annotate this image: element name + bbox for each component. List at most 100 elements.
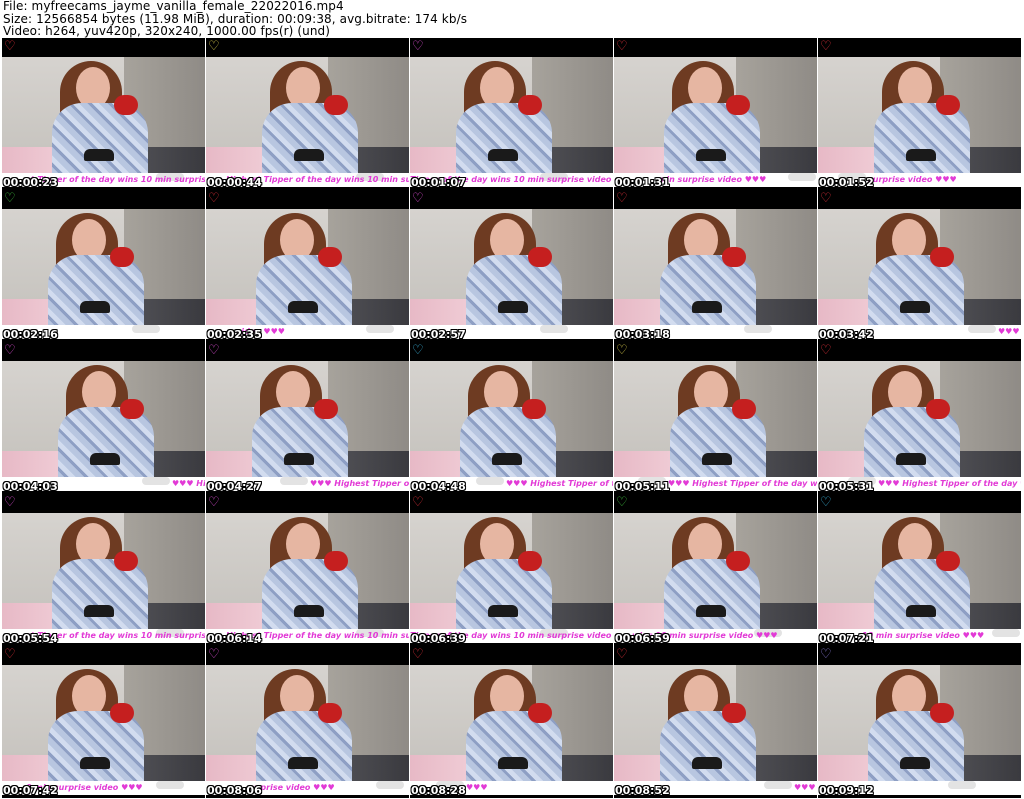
timestamp-label: 00:05:54 <box>3 632 58 645</box>
webcam-frame <box>2 513 205 631</box>
thumbnail-top-bar: ♡ <box>206 342 409 361</box>
timestamp-label: 00:06:39 <box>411 632 466 645</box>
video-thumbnail: ♡ 00:02:57 <box>410 190 613 342</box>
person-robe <box>48 255 144 327</box>
thumbnail-top-bar: ♡ <box>206 494 409 513</box>
red-hood <box>726 95 750 115</box>
video-thumbnail: ♡ surprise video ♥♥♥ 00:01:52 <box>818 38 1021 190</box>
red-hood <box>518 551 542 571</box>
webcam-frame <box>818 361 1021 479</box>
webcam-frame <box>818 513 1021 631</box>
person-top <box>288 757 318 769</box>
person-robe <box>52 103 148 175</box>
ticker-text: ♥♥♥ Highest Tipper of the d <box>506 479 613 488</box>
red-hood <box>522 399 546 419</box>
watermark-logo <box>948 781 976 789</box>
timestamp-label: 00:09:12 <box>819 784 874 797</box>
thumbnail-top-bar: ♡ <box>2 342 205 361</box>
thumbnail-top-bar: ♡ <box>2 646 205 665</box>
watermark-logo <box>142 477 170 485</box>
red-hood <box>318 703 342 723</box>
thumbnail-top-bar: ♡ <box>410 494 613 513</box>
person-robe <box>456 559 552 631</box>
heart-icon: ♡ <box>412 191 424 206</box>
person-top <box>80 301 110 313</box>
person-robe <box>256 711 352 783</box>
webcam-frame <box>818 209 1021 327</box>
webcam-frame <box>614 209 817 327</box>
timestamp-label: 00:04:48 <box>411 480 466 493</box>
watermark-logo <box>764 781 792 789</box>
ticker-text: ♥♥♥ H <box>998 327 1021 336</box>
person-robe <box>864 407 960 479</box>
ticker-text: ♥♥♥ Highest Tipper of the day wins <box>878 479 1021 488</box>
video-thumbnail: ♡ 00:02:16 <box>2 190 205 342</box>
person-robe <box>670 407 766 479</box>
heart-icon: ♡ <box>820 191 832 206</box>
video-thumbnail: ♡ Tipper of the day wins 10 min surprise… <box>410 38 613 190</box>
ticker-text: ♥♥♥ Highest Tipper of the day wins 10 mi… <box>668 479 817 488</box>
heart-icon: ♡ <box>208 343 220 358</box>
timestamp-label: 00:03:18 <box>615 328 670 341</box>
webcam-frame <box>206 665 409 783</box>
person-robe <box>456 103 552 175</box>
red-hood <box>926 399 950 419</box>
watermark-logo <box>992 629 1020 637</box>
watermark-logo <box>744 325 772 333</box>
red-hood <box>314 399 338 419</box>
watermark-logo <box>132 325 160 333</box>
heart-icon: ♡ <box>820 39 832 54</box>
person-robe <box>874 559 970 631</box>
timestamp-label: 00:08:28 <box>411 784 466 797</box>
thumbnail-top-bar: ♡ <box>206 646 409 665</box>
heart-icon: ♡ <box>616 647 628 662</box>
timestamp-label: 00:02:16 <box>3 328 58 341</box>
timestamp-label: 00:08:06 <box>207 784 262 797</box>
person-robe <box>466 711 562 783</box>
video-thumbnail: ♡ Tipper of the day wins 10 min surprise… <box>410 494 613 646</box>
thumbnail-top-bar: ♡ <box>818 342 1021 361</box>
video-thumbnail: ♡ video ♥♥♥ 00:02:35 <box>206 190 409 342</box>
thumbnail-top-bar: ♡ <box>410 342 613 361</box>
person-top <box>702 453 732 465</box>
video-thumbnail: ♡ ♥♥♥ Highest Tipper of the day wins 00:… <box>818 342 1021 494</box>
thumbnail-top-bar: ♡ <box>206 190 409 209</box>
red-hood <box>930 247 954 267</box>
file-info-header: File: myfreecams_jayme_vanilla_female_22… <box>3 0 467 38</box>
video-thumbnail: ♡ ♥♥♥ Highest 00:04:03 <box>2 342 205 494</box>
thumbnail-top-bar: ♡ <box>818 38 1021 57</box>
thumbnail-top-bar: ♡ <box>410 38 613 57</box>
webcam-frame <box>818 665 1021 783</box>
heart-icon: ♡ <box>4 39 16 54</box>
person-robe <box>58 407 154 479</box>
video-thumbnail: ♡ min surprise video ♥♥♥ 00:01:31 <box>614 38 817 190</box>
video-info-line: Video: h264, yuv420p, 320x240, 1000.00 f… <box>3 24 331 38</box>
person-top <box>498 301 528 313</box>
red-hood <box>528 247 552 267</box>
heart-icon: ♡ <box>412 39 424 54</box>
thumbnail-top-bar: ♡ <box>818 190 1021 209</box>
timestamp-label: 00:07:42 <box>3 784 58 797</box>
person-top <box>906 149 936 161</box>
watermark-logo <box>280 477 308 485</box>
thumbnail-top-bar: ♡ <box>2 38 205 57</box>
timestamp-label: 00:07:21 <box>819 632 874 645</box>
person-robe <box>868 255 964 327</box>
watermark-logo <box>376 781 404 789</box>
webcam-frame <box>614 361 817 479</box>
video-thumbnail: ♡ ♥♥♥ 00:08:28 <box>410 646 613 798</box>
red-hood <box>722 247 746 267</box>
video-thumbnail: ♡ 0 min surprise video ♥♥♥ 00:07:42 <box>2 646 205 798</box>
person-top <box>90 453 120 465</box>
video-thumbnail: ♡ st Tipper of the day wins 10 min surpr… <box>2 494 205 646</box>
webcam-frame <box>206 513 409 631</box>
heart-icon: ♡ <box>4 343 16 358</box>
person-robe <box>262 103 358 175</box>
red-hood <box>110 703 134 723</box>
webcam-frame <box>206 57 409 175</box>
red-hood <box>726 551 750 571</box>
red-hood <box>930 703 954 723</box>
timestamp-label: 00:04:27 <box>207 480 262 493</box>
webcam-frame <box>2 209 205 327</box>
person-top <box>84 605 114 617</box>
